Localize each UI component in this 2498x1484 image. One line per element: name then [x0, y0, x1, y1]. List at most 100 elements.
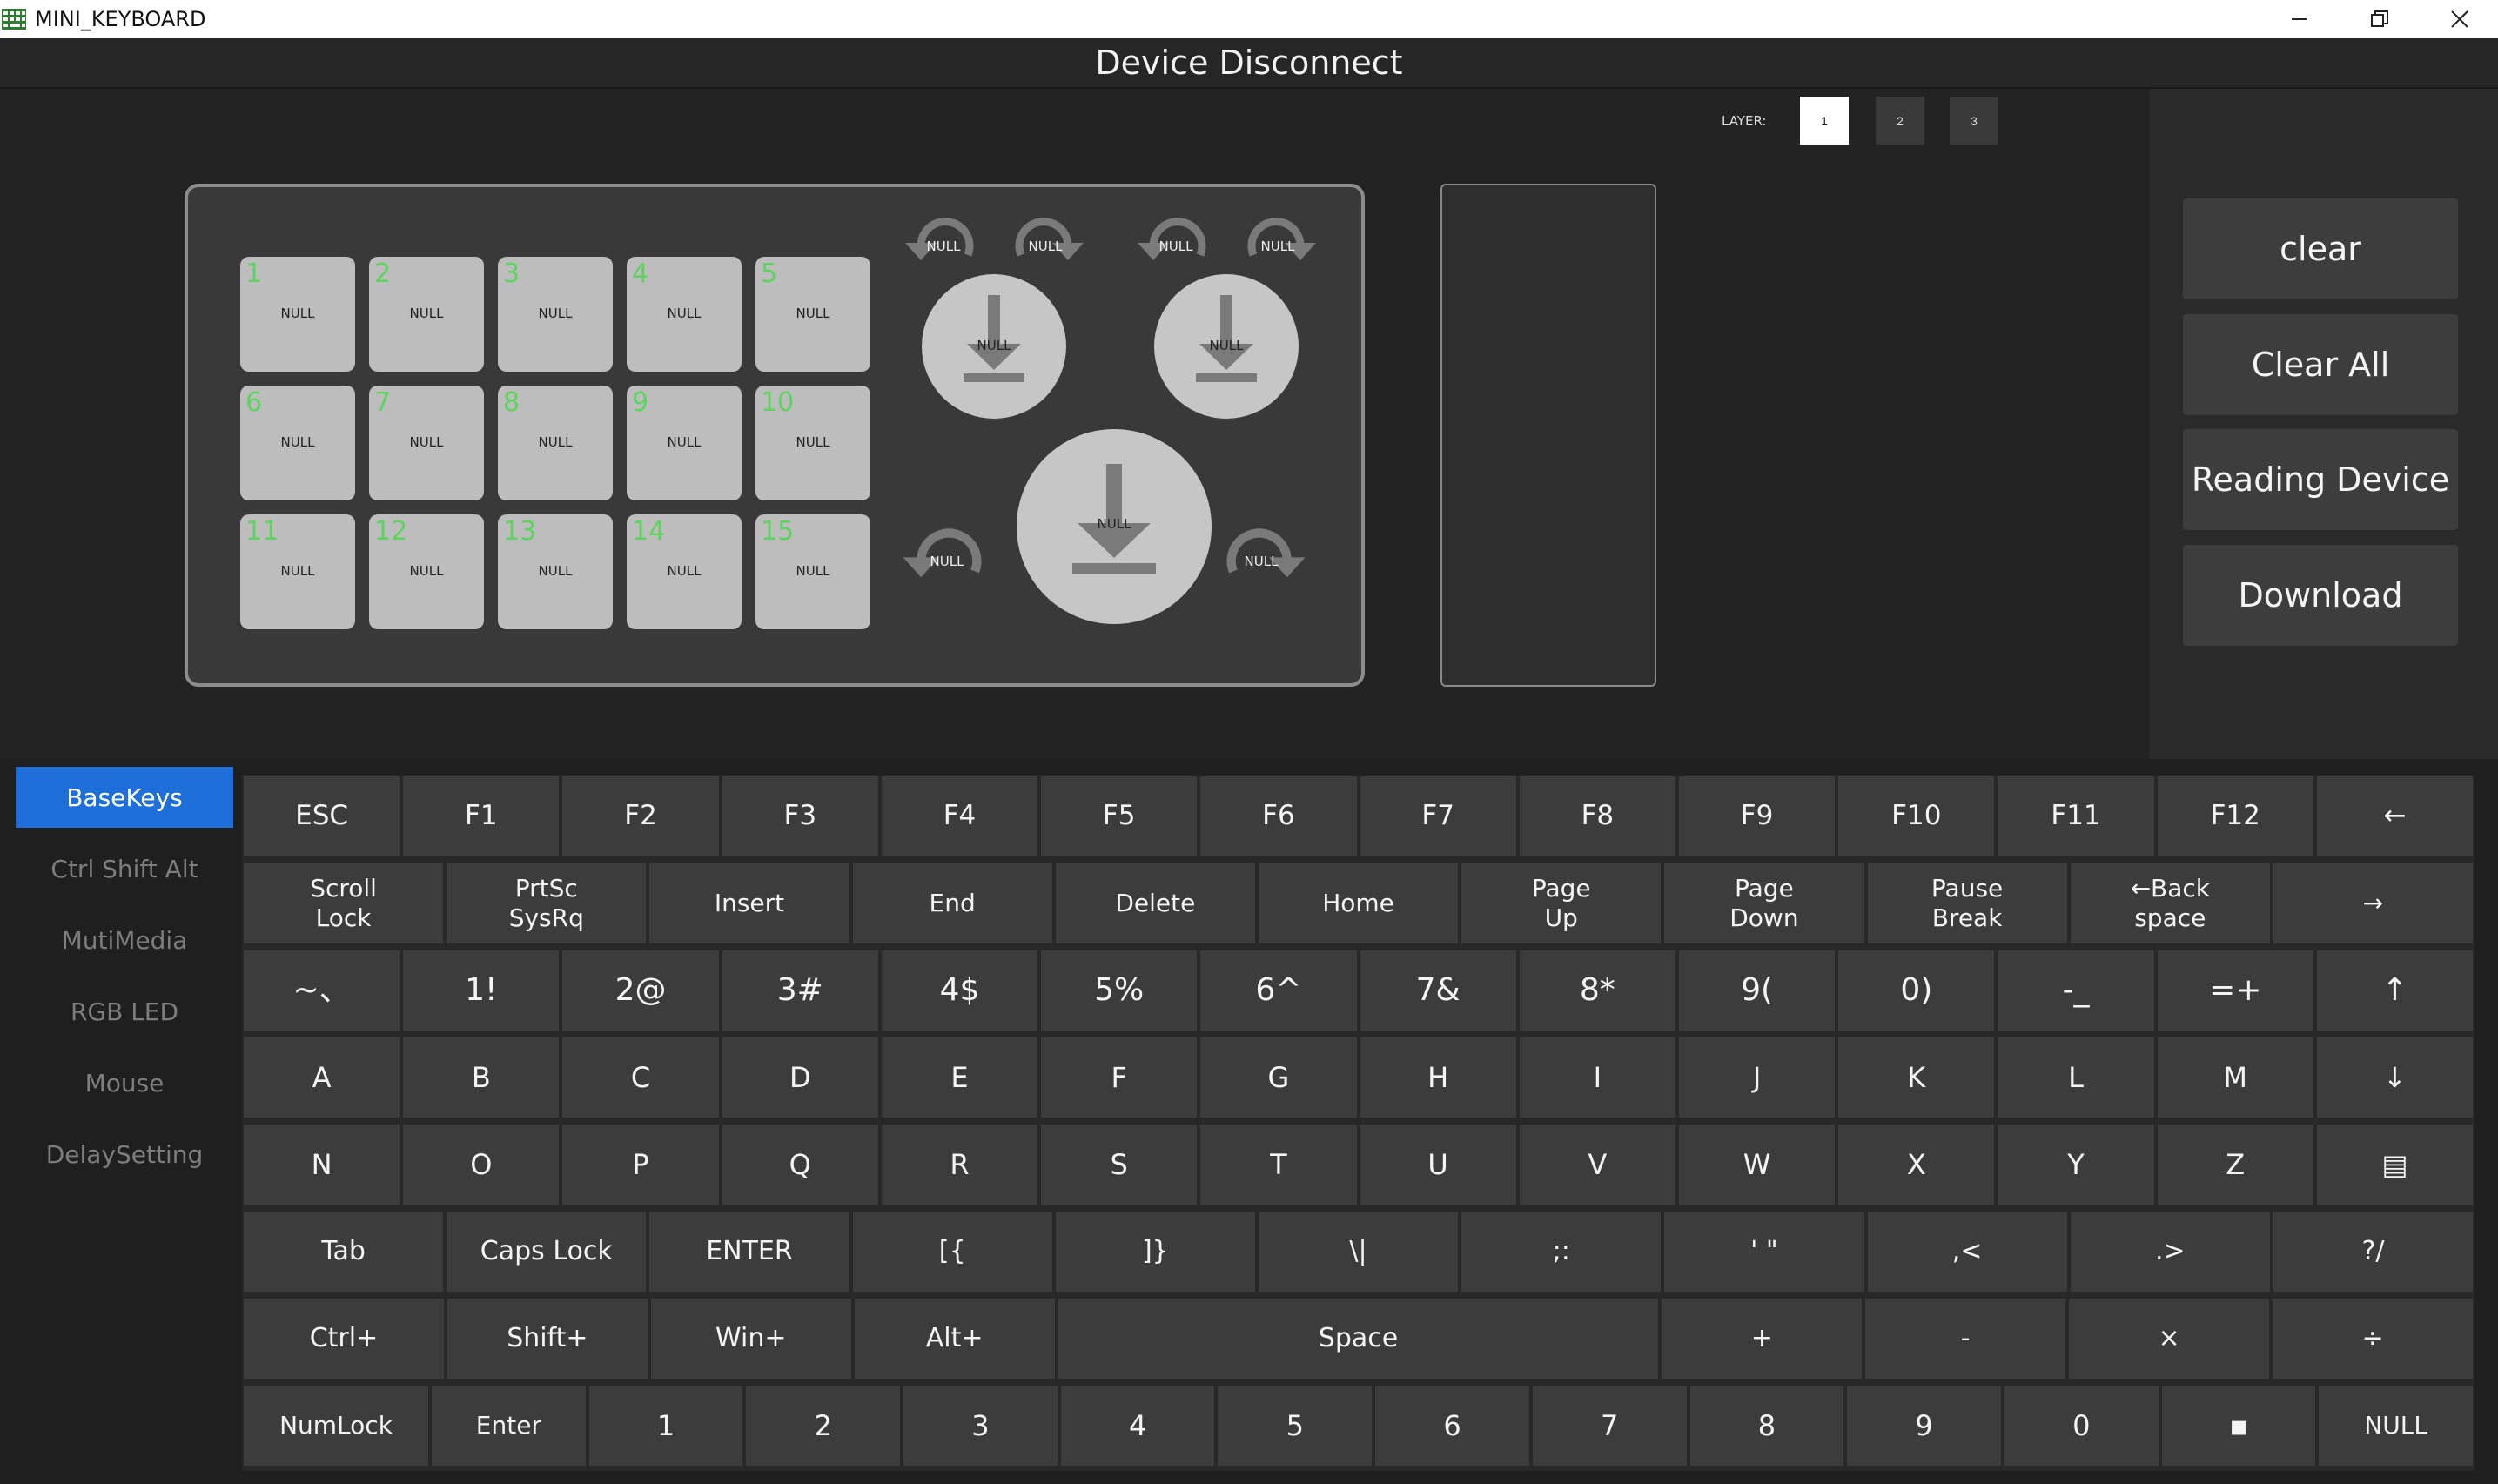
key-6-7[interactable]: ;: — [1461, 1212, 1662, 1292]
key-8-3[interactable]: 1 — [588, 1386, 743, 1466]
key-1-10[interactable]: F9 — [1678, 776, 1836, 856]
key-8-6[interactable]: 4 — [1060, 1386, 1215, 1466]
category-ctrl-shift-alt[interactable]: Ctrl Shift Alt — [16, 838, 233, 899]
device-key-15[interactable]: 15 NULL — [755, 514, 870, 629]
device-key-10[interactable]: 10 NULL — [755, 386, 870, 500]
close-button[interactable] — [2420, 0, 2498, 38]
key-3-2[interactable]: 1! — [403, 950, 560, 1031]
key-7-8[interactable]: × — [2069, 1299, 2270, 1379]
key-2-3[interactable]: Insert — [649, 863, 849, 943]
key-6-1[interactable]: Tab — [244, 1212, 444, 1292]
layer-button-1[interactable]: 1 — [1800, 97, 1849, 145]
key-6-10[interactable]: .> — [2070, 1212, 2270, 1292]
key-5-3[interactable]: P — [562, 1125, 719, 1205]
key-5-11[interactable]: X — [1838, 1125, 1995, 1205]
device-key-9[interactable]: 9 NULL — [627, 386, 742, 500]
device-key-2[interactable]: 2 NULL — [369, 257, 484, 372]
device-key-11[interactable]: 11 NULL — [240, 514, 355, 629]
key-5-2[interactable]: O — [403, 1125, 560, 1205]
key-3-9[interactable]: 8* — [1519, 950, 1675, 1031]
key-3-6[interactable]: 5% — [1041, 950, 1198, 1031]
key-1-6[interactable]: F5 — [1041, 776, 1198, 856]
device-key-12[interactable]: 12 NULL — [369, 514, 484, 629]
key-4-12[interactable]: L — [1998, 1037, 2154, 1118]
restore-button[interactable] — [2340, 0, 2420, 38]
key-3-11[interactable]: 0) — [1838, 950, 1995, 1031]
key-8-7[interactable]: 5 — [1218, 1386, 1373, 1466]
key-7-3[interactable]: Win+ — [650, 1299, 851, 1379]
key-4-3[interactable]: C — [562, 1037, 719, 1118]
key-5-10[interactable]: W — [1678, 1125, 1836, 1205]
key-8-2[interactable]: Enter — [432, 1386, 586, 1466]
key-7-7[interactable]: - — [1865, 1299, 2066, 1379]
key-5-13[interactable]: Z — [2157, 1125, 2313, 1205]
key-7-1[interactable]: Ctrl+ — [244, 1299, 444, 1379]
category-delaysetting[interactable]: DelaySetting — [16, 1124, 233, 1185]
key-2-5[interactable]: Delete — [1055, 863, 1255, 943]
key-4-10[interactable]: J — [1678, 1037, 1836, 1118]
key-7-2[interactable]: Shift+ — [447, 1299, 648, 1379]
key-4-4[interactable]: D — [722, 1037, 878, 1118]
key-2-11[interactable]: → — [2273, 863, 2474, 943]
key-5-4[interactable]: Q — [722, 1125, 878, 1205]
key-1-11[interactable]: F10 — [1838, 776, 1995, 856]
reading-device-button[interactable]: Reading Device — [2183, 429, 2458, 530]
key-1-14[interactable]: ← — [2316, 776, 2474, 856]
layer-button-2[interactable]: 2 — [1876, 97, 1924, 145]
key-5-14[interactable]: ▤ — [2316, 1125, 2474, 1205]
device-key-6[interactable]: 6 NULL — [240, 386, 355, 500]
key-4-5[interactable]: E — [881, 1037, 1038, 1118]
key-8-11[interactable]: 9 — [1847, 1386, 2001, 1466]
key-1-13[interactable]: F12 — [2157, 776, 2313, 856]
key-8-12[interactable]: 0 — [2004, 1386, 2159, 1466]
device-key-7[interactable]: 7 NULL — [369, 386, 484, 500]
key-6-6[interactable]: \| — [1258, 1212, 1459, 1292]
key-3-3[interactable]: 2@ — [562, 950, 719, 1031]
key-4-6[interactable]: F — [1041, 1037, 1198, 1118]
minimize-button[interactable] — [2260, 0, 2340, 38]
key-1-12[interactable]: F11 — [1998, 776, 2154, 856]
knob-3-cw[interactable]: NULL — [1213, 514, 1309, 609]
key-4-11[interactable]: K — [1838, 1037, 1995, 1118]
key-5-9[interactable]: V — [1519, 1125, 1675, 1205]
category-mouse[interactable]: Mouse — [16, 1052, 233, 1113]
knob-1-press[interactable]: NULL — [922, 274, 1066, 419]
key-4-2[interactable]: B — [403, 1037, 560, 1118]
key-5-7[interactable]: T — [1200, 1125, 1357, 1205]
key-5-8[interactable]: U — [1360, 1125, 1516, 1205]
key-3-4[interactable]: 3# — [722, 950, 878, 1031]
key-6-9[interactable]: ,< — [1867, 1212, 2067, 1292]
key-3-12[interactable]: -_ — [1998, 950, 2154, 1031]
key-1-2[interactable]: F1 — [403, 776, 560, 856]
key-2-6[interactable]: Home — [1258, 863, 1459, 943]
layer-button-3[interactable]: 3 — [1950, 97, 1998, 145]
key-8-9[interactable]: 7 — [1532, 1386, 1687, 1466]
key-8-8[interactable]: 6 — [1375, 1386, 1529, 1466]
key-2-4[interactable]: End — [852, 863, 1052, 943]
key-4-13[interactable]: M — [2157, 1037, 2313, 1118]
category-basekeys[interactable]: BaseKeys — [16, 767, 233, 828]
key-7-6[interactable]: + — [1662, 1299, 1863, 1379]
knob-3-ccw[interactable]: NULL — [899, 514, 995, 609]
key-8-13[interactable]: ▪ — [2161, 1386, 2316, 1466]
clear-all-button[interactable]: Clear All — [2183, 314, 2458, 415]
key-7-5[interactable]: Space — [1058, 1299, 1659, 1379]
key-2-8[interactable]: Page Down — [1664, 863, 1864, 943]
key-7-9[interactable]: ÷ — [2273, 1299, 2473, 1379]
key-1-8[interactable]: F7 — [1360, 776, 1516, 856]
key-7-4[interactable]: Alt+ — [854, 1299, 1055, 1379]
key-5-5[interactable]: R — [881, 1125, 1038, 1205]
key-3-10[interactable]: 9( — [1678, 950, 1836, 1031]
key-4-9[interactable]: I — [1519, 1037, 1675, 1118]
key-2-1[interactable]: Scroll Lock — [244, 863, 444, 943]
category-rgb-led[interactable]: RGB LED — [16, 981, 233, 1042]
key-1-4[interactable]: F3 — [722, 776, 878, 856]
knob-2-press[interactable]: NULL — [1154, 274, 1299, 419]
key-4-8[interactable]: H — [1360, 1037, 1516, 1118]
clear-button[interactable]: clear — [2183, 198, 2458, 299]
key-3-5[interactable]: 4$ — [881, 950, 1038, 1031]
key-6-8[interactable]: ' " — [1664, 1212, 1864, 1292]
key-8-1[interactable]: NumLock — [244, 1386, 429, 1466]
knob-3-press[interactable]: NULL — [1017, 429, 1212, 624]
key-1-5[interactable]: F4 — [881, 776, 1038, 856]
